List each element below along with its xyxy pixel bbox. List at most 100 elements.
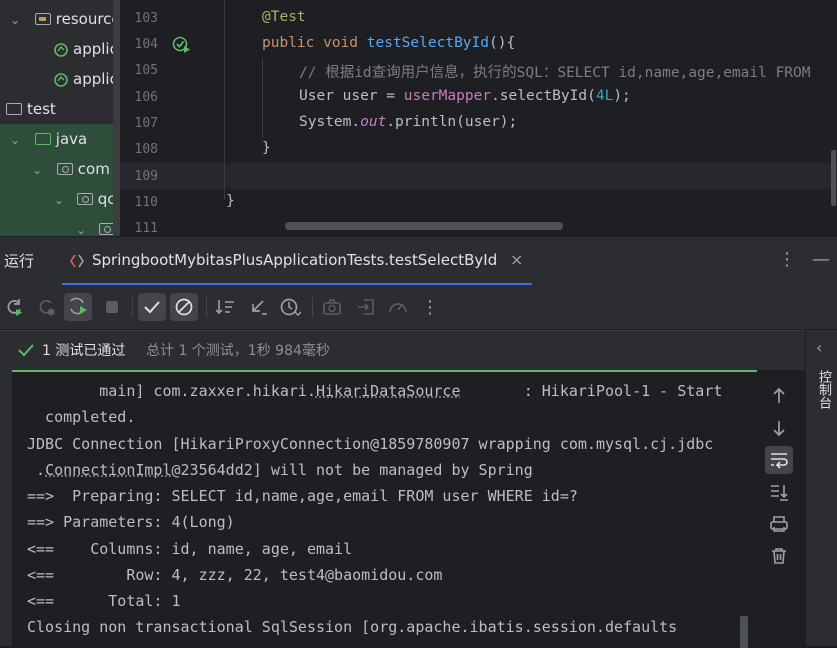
editor-vertical-scrollbar[interactable]	[831, 150, 836, 206]
toggle-auto-test-button[interactable]	[64, 293, 92, 321]
stop-button[interactable]	[98, 293, 126, 321]
sort-button[interactable]	[212, 293, 240, 321]
print-button[interactable]	[765, 510, 793, 538]
test-history-button[interactable]	[276, 293, 304, 321]
close-icon[interactable]: ×	[510, 237, 523, 283]
camera-icon	[323, 299, 341, 315]
java-source-folder-icon	[34, 133, 51, 145]
ignored-icon	[175, 298, 193, 316]
tree-item-subpackage[interactable]: ⌄	[0, 214, 120, 236]
indent-guide	[224, 0, 225, 200]
arrow-down-icon	[773, 421, 785, 437]
import-icon	[358, 299, 374, 315]
console-line: completed.	[27, 408, 136, 426]
run-tab[interactable]: SpringbootMybitasPlusApplicationTests.te…	[62, 237, 532, 285]
console-line: <== Columns: id, name, age, email	[27, 540, 353, 558]
trash-icon	[772, 548, 786, 564]
resources-folder-icon	[34, 13, 51, 25]
rerun-failed-button[interactable]	[32, 293, 60, 321]
tree-scrollbar[interactable]	[113, 0, 120, 236]
test-summary: 总计 1 个测试，1秒 984毫秒	[146, 343, 330, 359]
auto-test-icon	[70, 297, 87, 315]
code-line-106: User user = userMapper.selectById(4L);	[299, 88, 631, 104]
editor-horizontal-scrollbar[interactable]	[285, 222, 563, 230]
console-line: JDBC Connection [HikariProxyConnection@1…	[27, 435, 714, 453]
run-tab-label: SpringbootMybitasPlusApplicationTests.te…	[92, 251, 498, 269]
right-side-panel[interactable]: ‹ 控制台	[805, 330, 837, 646]
tree-item-resources[interactable]: ⌄ resources	[8, 4, 120, 34]
chevron-left-icon[interactable]: ‹	[816, 338, 822, 357]
tree-item-com[interactable]: ⌄ com	[0, 154, 120, 184]
console-line: <== Row: 4, zzz, 22, test4@baomidou.com	[27, 566, 443, 584]
test-tree-edge	[0, 370, 12, 646]
toolbar-divider	[312, 297, 313, 317]
code-line-108: }	[262, 140, 271, 156]
project-tree: ⌄ resources applic applic test ⌄ java ⌄ …	[0, 0, 120, 236]
tree-item-application-file-2[interactable]: applic	[52, 64, 118, 94]
console-line: .ConnectionImpl@23564dd2] will not be ma…	[27, 461, 533, 479]
more-options-icon[interactable]: ⋮	[778, 237, 796, 283]
line-number: 103	[134, 11, 158, 26]
scroll-to-end-button[interactable]	[765, 478, 793, 506]
toolbar-divider	[132, 297, 133, 317]
indent-guide	[262, 58, 263, 138]
chevron-down-icon: ⌄	[75, 223, 87, 236]
line-number: 107	[134, 116, 158, 131]
tree-item-application-file-1[interactable]: applic	[52, 34, 118, 64]
console-output[interactable]: main] com.zaxxer.hikari.HikariDataSource…	[12, 370, 757, 648]
scroll-to-end-icon	[771, 485, 788, 501]
code-editor[interactable]: 103 104 105 106 107 108 109 110 111 @Tes…	[120, 0, 837, 236]
rerun-icon	[7, 299, 22, 316]
tree-item-java[interactable]: ⌄ java	[0, 124, 120, 154]
code-comment: // 根据id查询用户信息，执行的SQL：SELECT id,name,age,…	[299, 65, 811, 81]
soft-wrap-button[interactable]	[765, 446, 793, 474]
clear-all-button[interactable]	[765, 542, 793, 570]
collapse-button[interactable]	[244, 293, 272, 321]
line-number: 110	[134, 195, 158, 210]
coverage-button[interactable]	[384, 293, 412, 321]
minimize-icon[interactable]: —	[812, 237, 830, 283]
more-options-icon: ⋮	[421, 296, 439, 318]
chevron-down-icon: ⌄	[53, 193, 65, 207]
scroll-up-button[interactable]	[765, 382, 793, 410]
package-icon	[56, 163, 73, 175]
tree-item-test[interactable]: test	[6, 94, 56, 124]
console-panel-label[interactable]: 控制台	[814, 370, 833, 409]
class-link[interactable]: HikariDataSource	[316, 382, 461, 400]
console-scrollbar[interactable]	[740, 616, 748, 648]
show-passed-button[interactable]	[138, 293, 166, 321]
line-number: 111	[134, 221, 158, 236]
collapse-icon	[252, 300, 267, 315]
test-config-icon	[70, 254, 84, 268]
check-icon	[144, 301, 160, 314]
line-number: 109	[134, 169, 158, 184]
show-ignored-button[interactable]	[170, 293, 198, 321]
console-line: ==> Parameters: 4(Long)	[27, 513, 235, 531]
chevron-down-icon: ⌄	[31, 163, 43, 177]
class-link[interactable]: ConnectionImpl	[45, 461, 171, 479]
rerun-button[interactable]	[0, 293, 28, 321]
scroll-down-button[interactable]	[765, 414, 793, 442]
run-test-gutter-icon[interactable]	[172, 36, 192, 54]
package-icon	[76, 193, 93, 205]
check-icon	[18, 344, 34, 357]
line-number: 106	[134, 90, 158, 105]
console-line: ==> Preparing: SELECT id,name,age,email …	[27, 487, 578, 505]
test-status-bar: 1 测试已通过 总计 1 个测试，1秒 984毫秒	[0, 330, 805, 371]
import-results-button[interactable]	[352, 293, 380, 321]
sort-icon	[215, 300, 234, 315]
line-number: 105	[134, 63, 158, 78]
arrow-up-icon	[773, 387, 785, 403]
clock-icon	[280, 298, 301, 316]
snapshot-button[interactable]	[318, 293, 346, 321]
print-icon	[770, 516, 788, 532]
code-annotation: @Test	[262, 9, 306, 25]
tests-passed-label: 1 测试已通过	[42, 343, 126, 359]
rerun-failed-icon	[39, 300, 55, 316]
more-actions-button[interactable]: ⋮	[416, 293, 444, 321]
chevron-down-icon: ⌄	[9, 13, 21, 27]
current-line-highlight	[120, 163, 837, 189]
console-side-toolbar	[757, 370, 805, 646]
tree-item-qc[interactable]: ⌄ qc	[0, 184, 120, 214]
console-line: <== Total: 1	[27, 592, 181, 610]
